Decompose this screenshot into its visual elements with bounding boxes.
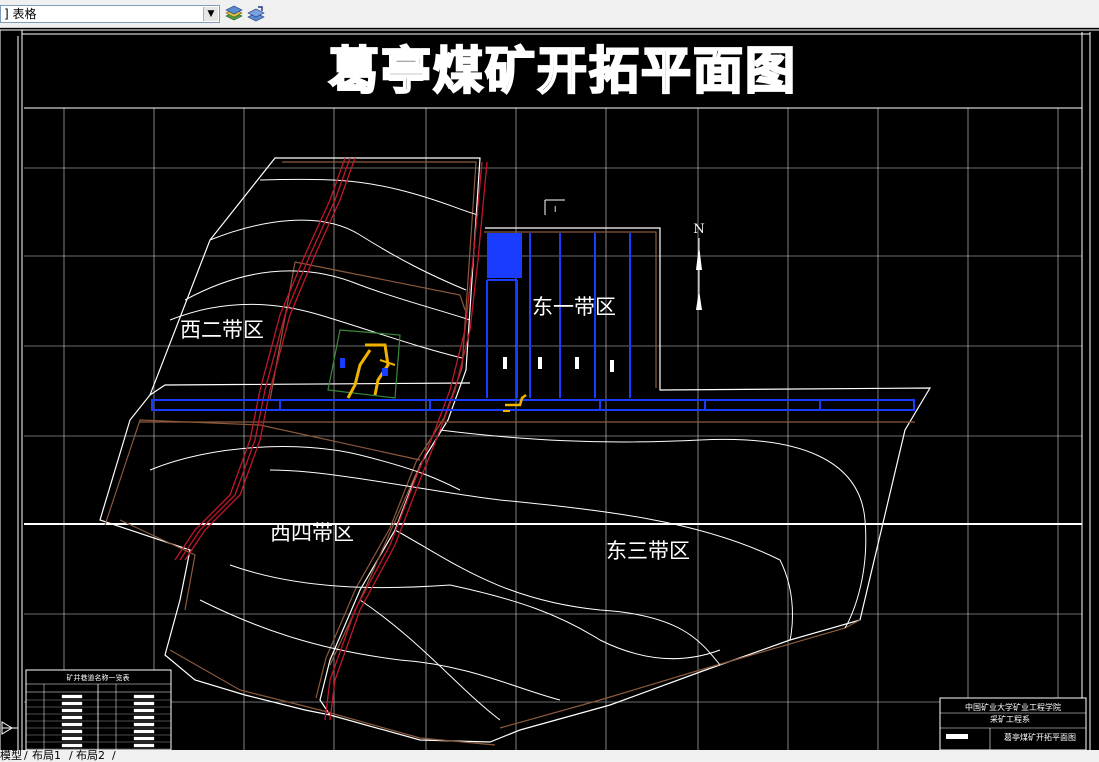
zone-label-east-one: 东一带区 — [532, 295, 616, 319]
table-cell-text — [61, 736, 83, 741]
drawing-title: 葛亭煤矿开拓平面图 — [329, 42, 797, 100]
table-cell-text — [61, 729, 83, 734]
shaft-block — [487, 233, 522, 278]
table-cell-text — [133, 722, 155, 727]
table-cell-text — [133, 694, 155, 699]
tab-separator-icon: / — [112, 749, 116, 762]
svg-text:I: I — [554, 205, 556, 214]
table-cell-text — [61, 722, 83, 727]
table-cell-text — [133, 715, 155, 720]
table-cell-text — [61, 715, 83, 720]
tab-separator-icon: / — [24, 749, 28, 762]
tab-model[interactable]: 模型 — [0, 750, 22, 762]
table-cell-text — [61, 694, 83, 699]
table-cell-text — [133, 701, 155, 706]
zone-label-west-four: 西四带区 — [270, 521, 354, 545]
tab-separator-icon: / — [69, 749, 73, 762]
zone-label-east-three: 东三带区 — [606, 539, 690, 563]
layer-dropdown[interactable]: ] 表格 ▼ — [0, 5, 220, 23]
toolbar: ] 表格 ▼ — [0, 0, 1099, 28]
tab-layout2[interactable]: 布局2 — [76, 750, 105, 762]
table-cell-text — [133, 736, 155, 741]
roadway-name-table: 矿井巷道名称一览表 — [25, 669, 172, 750]
table-cell-text — [133, 708, 155, 713]
layer-states-icon[interactable] — [224, 4, 244, 24]
title-block-department: 采矿工程系 — [990, 714, 1030, 724]
table-cell-text — [133, 729, 155, 734]
table-cell-text — [61, 743, 83, 748]
north-label: N — [693, 222, 704, 237]
roadway-table-title: 矿井巷道名称一览表 — [67, 673, 130, 682]
layer-previous-icon[interactable] — [246, 4, 266, 24]
title-block: 中国矿业大学矿业工程学院 采矿工程系 葛亭煤矿开拓平面图 — [939, 697, 1087, 750]
zone-label-west-two: 西二带区 — [180, 318, 264, 342]
title-block-institution: 中国矿业大学矿业工程学院 — [965, 702, 1061, 712]
table-cell-text — [133, 743, 155, 748]
table-cell-text — [61, 701, 83, 706]
tab-layout1[interactable]: 布局1 — [32, 750, 61, 762]
chevron-down-icon[interactable]: ▼ — [203, 7, 218, 21]
table-cell-text — [61, 708, 83, 713]
layout-tab-bar: 模型 / 布局1 / 布局2 / — [0, 750, 1099, 762]
layer-dropdown-value: ] 表格 — [4, 7, 37, 21]
title-block-drawing-name: 葛亭煤矿开拓平面图 — [1004, 732, 1076, 742]
drawing-canvas[interactable]: 葛亭煤矿开拓平面图 I N 西二带区 东一带区 西四带区 东三带区 矿井巷道名称… — [0, 28, 1099, 750]
